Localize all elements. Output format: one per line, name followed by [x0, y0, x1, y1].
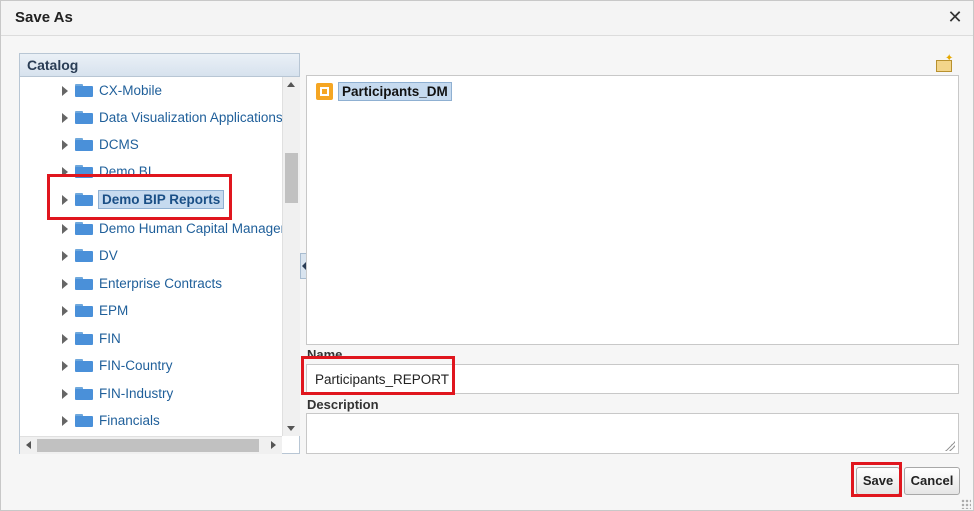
expand-arrow-icon[interactable]: [62, 306, 68, 316]
tree-item-enterprise-contracts[interactable]: Enterprise Contracts: [20, 273, 282, 295]
tree-item-label: Demo Human Capital Management: [99, 221, 282, 236]
folder-icon: [75, 277, 93, 290]
folder-icon: [75, 387, 93, 400]
scroll-down-icon[interactable]: [287, 426, 295, 431]
expand-arrow-icon[interactable]: [62, 334, 68, 344]
dialog-titlebar[interactable]: Save As ✕: [1, 1, 973, 36]
tree-item-label: Demo BIP Reports: [98, 190, 225, 209]
close-icon[interactable]: ✕: [945, 7, 965, 27]
save-as-dialog: Save As ✕ Catalog CX-Mobile Data Visuali…: [0, 0, 974, 511]
tree-item-label: EPM: [99, 303, 129, 318]
tree-item-financials[interactable]: Financials: [20, 410, 282, 432]
tree-item-dv[interactable]: DV: [20, 245, 282, 267]
folder-icon: [75, 193, 93, 206]
tree-item-label: Demo BI: [99, 164, 152, 179]
new-folder-icon[interactable]: ✦: [936, 54, 954, 72]
folder-icon: [75, 249, 93, 262]
scroll-right-icon[interactable]: [271, 441, 276, 449]
catalog-vertical-scrollbar[interactable]: [282, 77, 300, 436]
tree-item-fin-country[interactable]: FIN-Country: [20, 355, 282, 377]
folder-icon: [75, 332, 93, 345]
folder-icon: [75, 304, 93, 317]
name-label: Name: [307, 347, 343, 362]
folder-icon: [75, 84, 93, 97]
folder-icon: [75, 111, 93, 124]
tree-item-label: FIN-Industry: [99, 386, 174, 401]
tree-item-label: CX-Mobile: [99, 83, 163, 98]
expand-arrow-icon[interactable]: [62, 113, 68, 123]
expand-arrow-icon[interactable]: [62, 279, 68, 289]
catalog-header: Catalog: [20, 54, 299, 77]
tree-item-demo-human-capital-management[interactable]: Demo Human Capital Management: [20, 218, 282, 240]
folder-contents-pane: Participants_DM: [306, 75, 959, 345]
tree-item-label: Data Visualization Applications: [99, 110, 282, 125]
folder-icon: [75, 414, 93, 427]
save-button[interactable]: Save: [856, 467, 900, 495]
tree-item-label: DV: [99, 248, 118, 263]
data-model-icon: [316, 83, 333, 100]
description-label: Description: [307, 397, 379, 412]
tree-item-fin[interactable]: FIN: [20, 328, 282, 350]
catalog-panel: Catalog CX-Mobile Data Visualization App…: [19, 53, 300, 454]
expand-arrow-icon[interactable]: [62, 86, 68, 96]
dialog-title: Save As: [15, 9, 73, 26]
tree-item-demo-bi[interactable]: Demo BI: [20, 161, 282, 183]
scroll-up-icon[interactable]: [287, 82, 295, 87]
tree-item-label: DCMS: [99, 137, 139, 152]
description-input[interactable]: [306, 413, 959, 454]
tree-item-label: Financials: [99, 413, 160, 428]
folder-icon: [75, 165, 93, 178]
expand-arrow-icon[interactable]: [62, 361, 68, 371]
expand-arrow-icon[interactable]: [62, 140, 68, 150]
expand-arrow-icon[interactable]: [62, 416, 68, 426]
folder-icon: [75, 222, 93, 235]
catalog-tree: CX-Mobile Data Visualization Application…: [20, 77, 282, 436]
expand-arrow-icon[interactable]: [62, 224, 68, 234]
tree-item-label: FIN-Country: [99, 358, 173, 373]
scroll-left-icon[interactable]: [26, 441, 31, 449]
dialog-resize-handle[interactable]: [961, 499, 971, 509]
expand-arrow-icon[interactable]: [62, 251, 68, 261]
catalog-horizontal-scrollbar[interactable]: [20, 436, 282, 454]
catalog-title: Catalog: [27, 57, 79, 73]
tree-item-data-visualization-applications[interactable]: Data Visualization Applications: [20, 107, 282, 129]
tree-item-cx-mobile[interactable]: CX-Mobile: [20, 80, 282, 102]
tree-item-label: FIN: [99, 331, 121, 346]
file-item-label: Participants_DM: [338, 82, 452, 101]
expand-arrow-icon[interactable]: [62, 195, 68, 205]
textarea-resize-handle[interactable]: [945, 441, 955, 451]
folder-icon: [75, 359, 93, 372]
expand-arrow-icon[interactable]: [62, 167, 68, 177]
tree-item-dcms[interactable]: DCMS: [20, 134, 282, 156]
scroll-thumb[interactable]: [285, 153, 298, 203]
tree-item-demo-bip-reports[interactable]: Demo BIP Reports: [20, 189, 282, 211]
cancel-button[interactable]: Cancel: [904, 467, 960, 495]
tree-item-fin-industry[interactable]: FIN-Industry: [20, 383, 282, 405]
expand-arrow-icon[interactable]: [62, 389, 68, 399]
tree-item-epm[interactable]: EPM: [20, 300, 282, 322]
scroll-thumb[interactable]: [37, 439, 259, 452]
folder-icon: [75, 138, 93, 151]
tree-item-label: Enterprise Contracts: [99, 276, 223, 291]
name-input[interactable]: [306, 364, 959, 394]
